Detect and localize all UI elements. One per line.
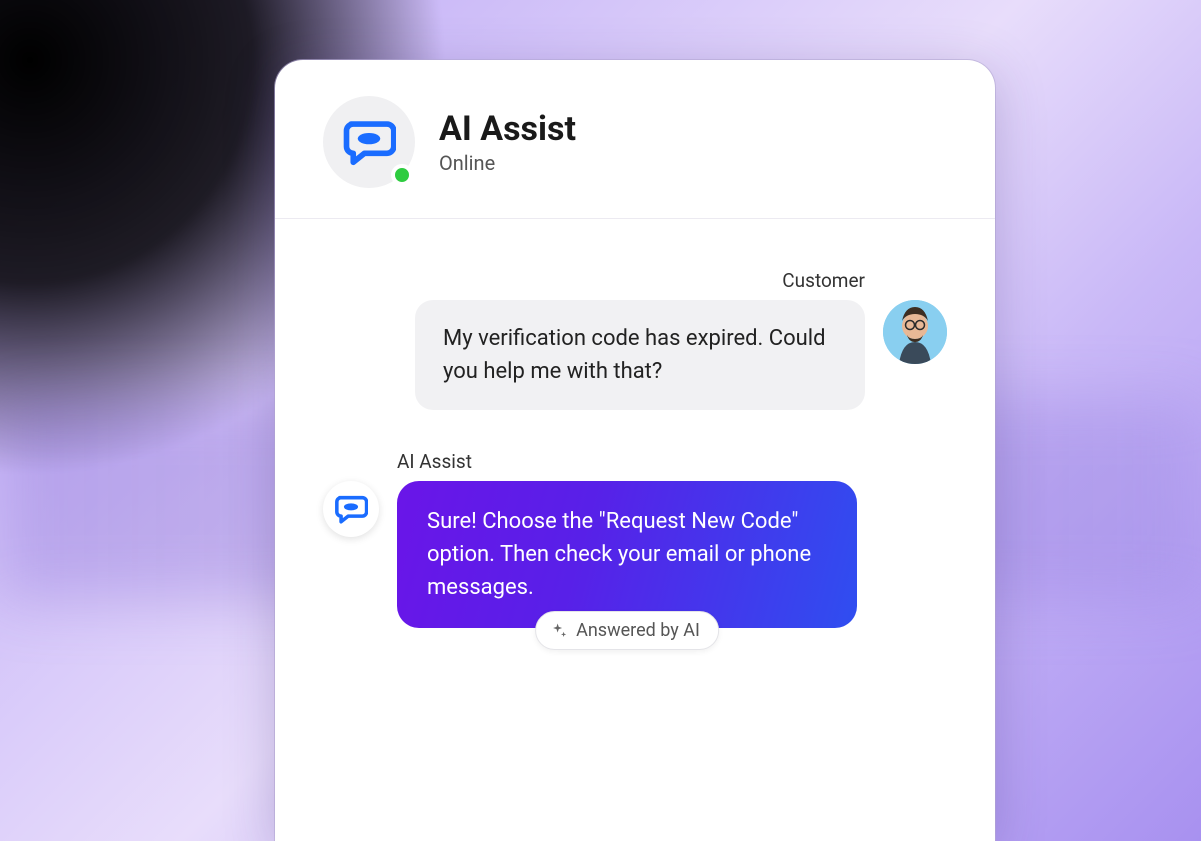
chat-status: Online [439,151,576,175]
customer-message-bubble: My verification code has expired. Could … [415,300,865,410]
ai-message-row: Sure! Choose the "Request New Code" opti… [323,481,857,628]
ai-message-bubble: Sure! Choose the "Request New Code" opti… [397,481,857,628]
ai-bubble-wrap: Sure! Choose the "Request New Code" opti… [397,481,857,628]
chat-bubble-icon [342,115,396,169]
chat-widget: AI Assist Online Customer My verificatio… [275,60,995,841]
ai-message-block: AI Assist Sure! Choose the "Request New … [323,450,947,628]
chat-header: AI Assist Online [275,60,995,219]
chat-body[interactable]: Customer My verification code has expire… [275,219,995,698]
chat-title: AI Assist [439,109,576,150]
sparkle-icon [550,622,568,640]
customer-message-row: My verification code has expired. Could … [415,300,947,410]
customer-avatar [883,300,947,364]
presence-indicator [391,164,413,186]
badge-text: Answered by AI [576,620,700,641]
answered-by-ai-badge: Answered by AI [535,611,719,650]
ai-sender-label: AI Assist [323,450,472,473]
customer-sender-label: Customer [782,269,947,292]
header-text: AI Assist Online [439,109,576,176]
customer-message-block: Customer My verification code has expire… [323,269,947,410]
chat-bubble-icon [334,492,368,526]
bot-avatar [323,96,415,188]
bot-avatar-small [323,481,379,537]
